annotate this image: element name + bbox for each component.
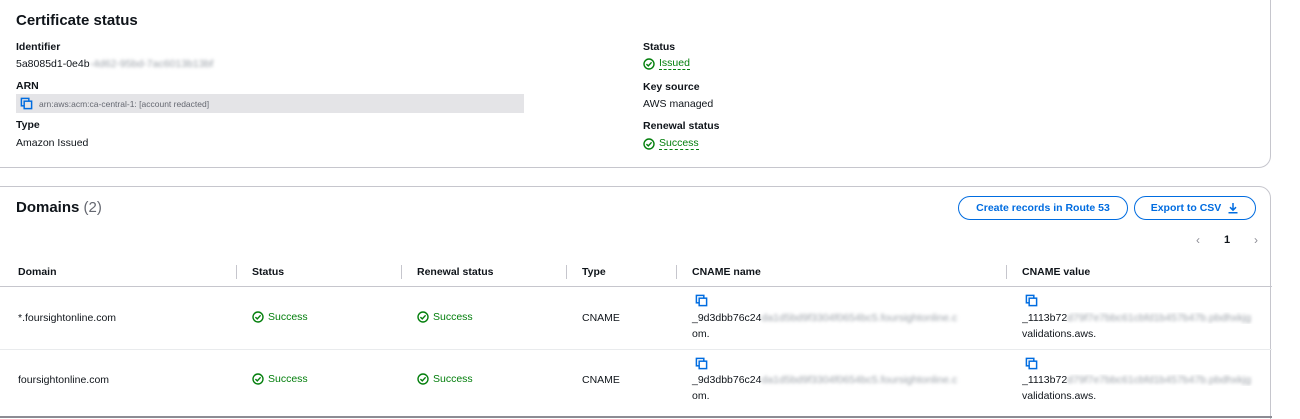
row-cname-name: _9d3dbb76c24da1d5bd9f3304f0654bc5.foursi… bbox=[692, 374, 957, 386]
cname-name-visible: _9d3dbb76c24 bbox=[692, 312, 762, 324]
renewal-status-indicator[interactable]: Success bbox=[643, 137, 699, 150]
identifier-redacted: -4d62-95bd-7ac6013b13bf bbox=[89, 58, 214, 70]
type-label: Type bbox=[16, 119, 40, 131]
row-cname-value: _1113b72d79f7e7bbc61cbfd1b457b47b.pbdhxk… bbox=[1022, 312, 1270, 324]
arn-field: arn:aws:acm:ca-central-1: [account redac… bbox=[16, 94, 524, 113]
column-header-domain[interactable]: Domain bbox=[18, 266, 57, 278]
status-indicator[interactable]: Issued bbox=[643, 57, 690, 70]
row-cname-name-end: om. bbox=[692, 328, 710, 340]
status-value: Issued bbox=[659, 57, 690, 70]
row-divider bbox=[0, 349, 1272, 350]
row-renewal-status-text: Success bbox=[433, 311, 473, 323]
horizontal-scrollbar[interactable] bbox=[0, 416, 1272, 418]
type-value: Amazon Issued bbox=[16, 137, 89, 149]
row-cname-value-end: validations.aws. bbox=[1022, 390, 1097, 402]
table-header-border bbox=[0, 286, 1272, 287]
renewal-status-value: Success bbox=[659, 137, 699, 150]
create-records-label: Create records in Route 53 bbox=[976, 202, 1110, 214]
row-status-text: Success bbox=[268, 311, 308, 323]
arn-value: arn:aws:acm:ca-central-1: [account redac… bbox=[39, 98, 210, 109]
row-domain: *.foursightonline.com bbox=[18, 312, 117, 324]
status-label: Status bbox=[643, 41, 676, 53]
row-status: Success bbox=[252, 373, 308, 385]
status-positive-icon bbox=[252, 373, 264, 385]
export-csv-label: Export to CSV bbox=[1150, 202, 1222, 214]
download-icon bbox=[1228, 203, 1238, 214]
identifier-value: 5a8085d1-0e4b-4d62-95bd-7ac6013b13bf bbox=[16, 58, 213, 70]
row-domain: foursightonline.com bbox=[18, 374, 110, 386]
key-source-label: Key source bbox=[643, 81, 700, 93]
column-header-renewal-status[interactable]: Renewal status bbox=[417, 266, 493, 278]
identifier-label: Identifier bbox=[16, 41, 61, 53]
chevron-left-icon[interactable]: ‹ bbox=[1196, 233, 1200, 247]
status-positive-icon bbox=[417, 311, 429, 323]
copy-icon[interactable] bbox=[1025, 294, 1038, 307]
copy-icon[interactable] bbox=[20, 97, 33, 110]
row-cname-value: _1113b72d79f7e7bbc61cbfd1b457b47b.pbdhxk… bbox=[1022, 374, 1270, 386]
column-divider[interactable] bbox=[676, 265, 677, 279]
column-divider[interactable] bbox=[566, 265, 567, 279]
column-header-cname-name[interactable]: CNAME name bbox=[692, 266, 761, 278]
cname-value-redacted: d79f7e7bbc61cbfd1b457b47b.pbdhxkjg bbox=[1067, 374, 1252, 386]
cname-value-visible: _1113b72 bbox=[1022, 312, 1068, 324]
status-positive-icon bbox=[643, 57, 655, 70]
row-status-text: Success bbox=[268, 373, 308, 385]
certificate-status-panel bbox=[0, 0, 1271, 168]
column-divider[interactable] bbox=[401, 265, 402, 279]
cname-name-redacted: da1d5bd9f3304f0654bc5.foursightonline.c bbox=[761, 374, 958, 386]
row-renewal-status: Success bbox=[417, 311, 473, 323]
row-cname-name: _9d3dbb76c24da1d5bd9f3304f0654bc5.foursi… bbox=[692, 312, 957, 324]
cname-name-redacted: da1d5bd9f3304f0654bc5.foursightonline.c bbox=[761, 312, 958, 324]
row-status: Success bbox=[252, 311, 308, 323]
row-cname-name-end: om. bbox=[692, 390, 710, 402]
row-cname-value-end: validations.aws. bbox=[1022, 328, 1097, 340]
domains-count: (2) bbox=[83, 199, 102, 216]
column-header-status[interactable]: Status bbox=[252, 266, 284, 278]
status-positive-icon bbox=[643, 137, 655, 150]
row-renewal-status: Success bbox=[417, 373, 473, 385]
column-header-cname-value[interactable]: CNAME value bbox=[1022, 266, 1090, 278]
row-type: CNAME bbox=[582, 312, 620, 324]
copy-icon[interactable] bbox=[1025, 357, 1038, 370]
create-records-route53-button[interactable]: Create records in Route 53 bbox=[958, 196, 1128, 220]
row-renewal-status-text: Success bbox=[433, 373, 473, 385]
domains-title-text: Domains bbox=[16, 199, 80, 216]
arn-label: ARN bbox=[16, 80, 39, 92]
status-positive-icon bbox=[252, 311, 264, 323]
cname-value-redacted: d79f7e7bbc61cbfd1b457b47b.pbdhxkjg bbox=[1067, 312, 1252, 324]
column-divider[interactable] bbox=[236, 265, 237, 279]
identifier-visible: 5a8085d1-0e4b bbox=[16, 58, 90, 70]
key-source-value: AWS managed bbox=[643, 98, 714, 110]
copy-icon[interactable] bbox=[695, 357, 708, 370]
row-type: CNAME bbox=[582, 374, 620, 386]
cname-name-visible: _9d3dbb76c24 bbox=[692, 374, 762, 386]
domains-title: Domains (2) bbox=[16, 199, 102, 216]
status-positive-icon bbox=[417, 373, 429, 385]
page-number[interactable]: 1 bbox=[1224, 234, 1230, 246]
column-divider[interactable] bbox=[1006, 265, 1007, 279]
certificate-status-title: Certificate status bbox=[16, 12, 138, 29]
export-csv-button[interactable]: Export to CSV bbox=[1134, 196, 1256, 220]
chevron-right-icon[interactable]: › bbox=[1254, 233, 1258, 247]
column-header-type[interactable]: Type bbox=[582, 266, 606, 278]
pagination: ‹ 1 › bbox=[1196, 232, 1258, 248]
renewal-status-label: Renewal status bbox=[643, 120, 720, 132]
copy-icon[interactable] bbox=[695, 294, 708, 307]
cname-value-visible: _1113b72 bbox=[1022, 374, 1068, 386]
